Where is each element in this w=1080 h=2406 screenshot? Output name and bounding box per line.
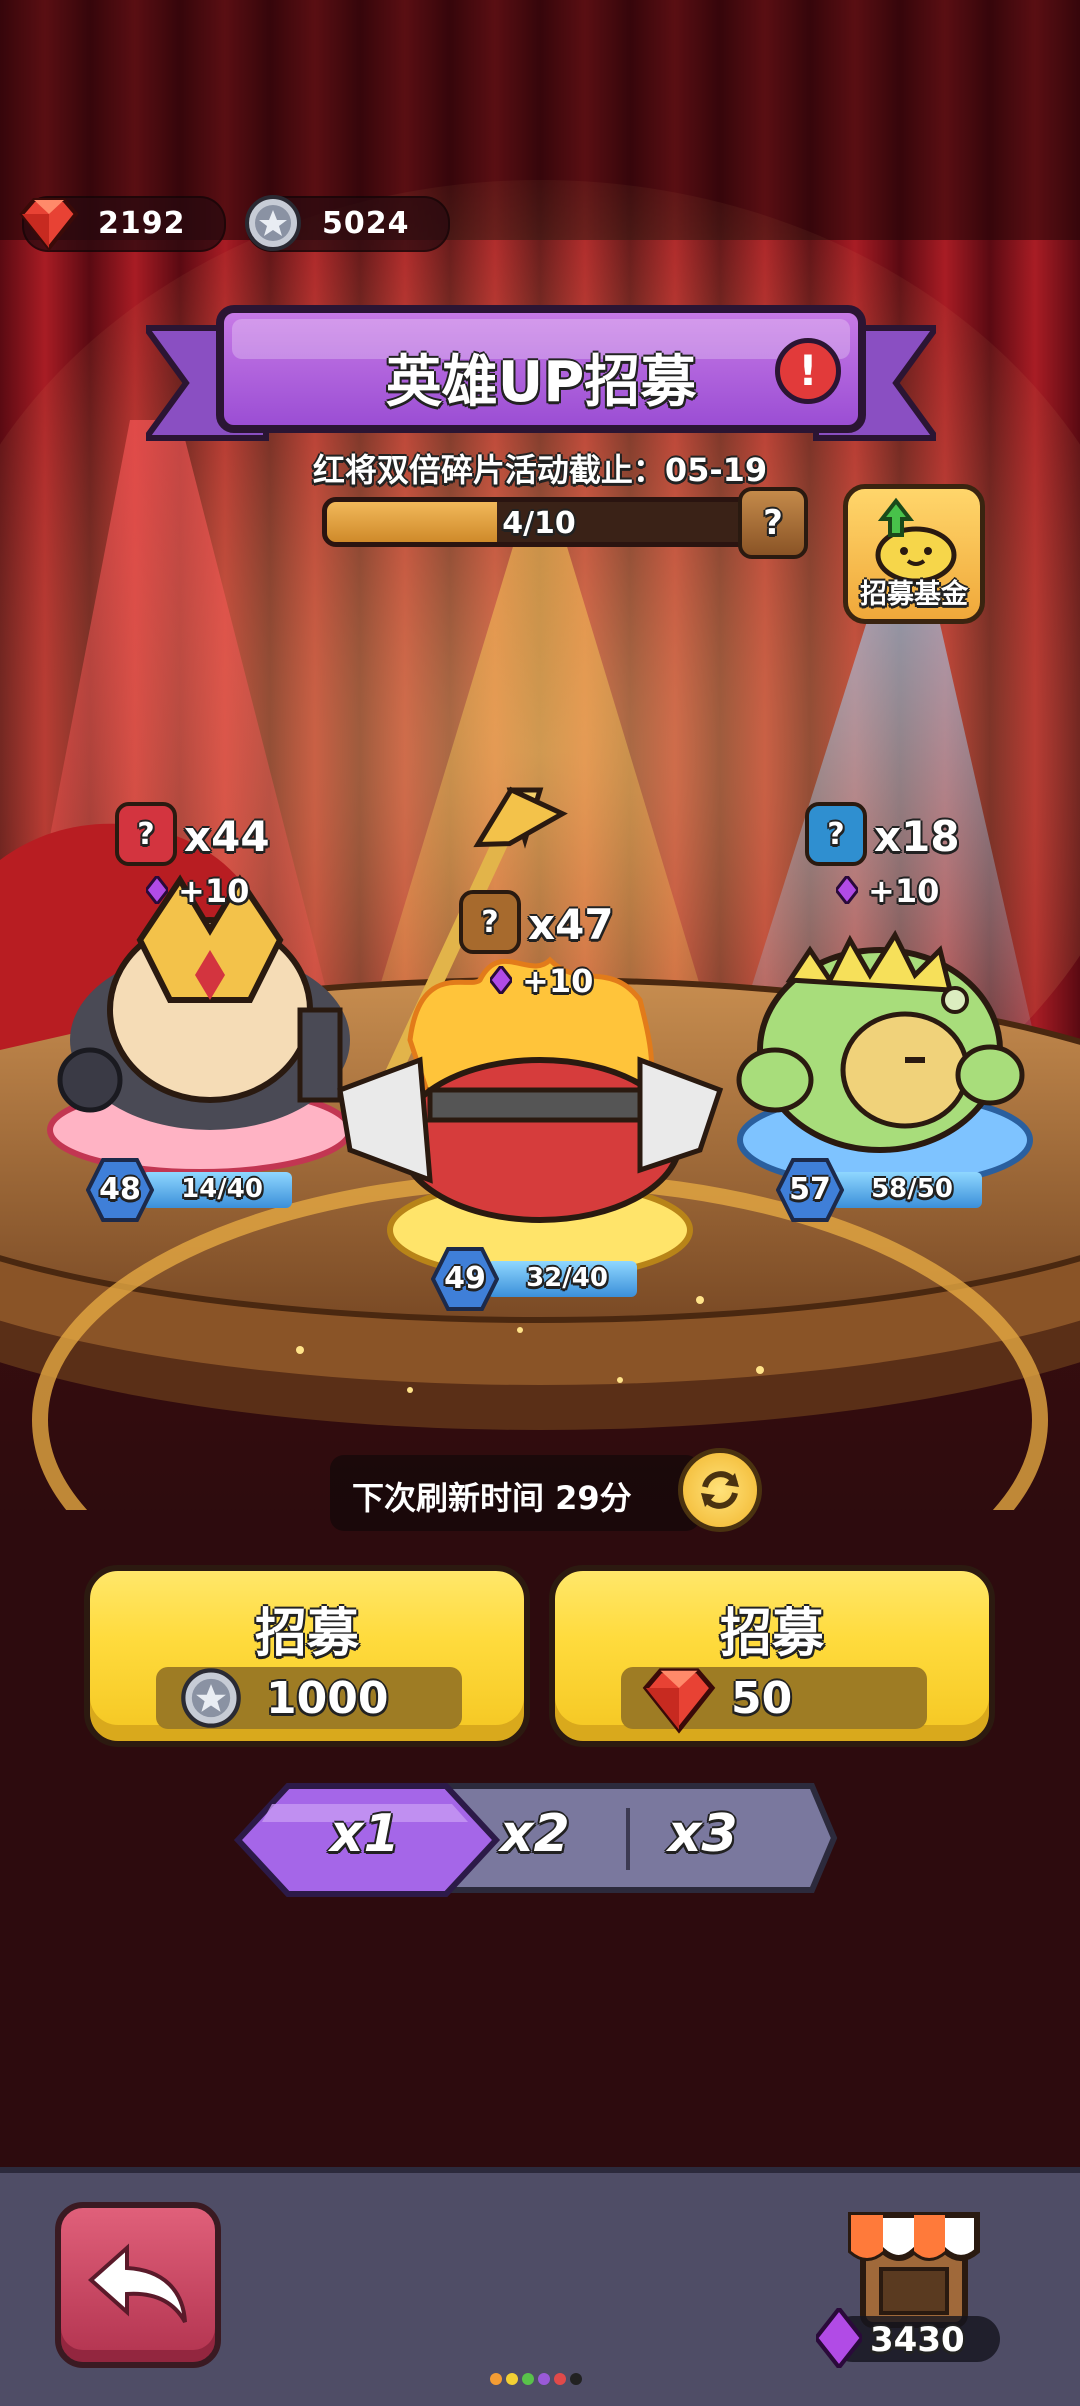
hero-3-level-number: 57: [789, 1172, 831, 1207]
hero-3-badge-mark: ?: [827, 816, 845, 852]
hero-2-shard-progress: 32/40: [526, 1263, 608, 1293]
purple-gem-icon: [816, 2308, 862, 2368]
recruit-silver-button[interactable]: 招募 1000: [84, 1565, 530, 1747]
hero-2-badge-mark: ?: [481, 904, 499, 940]
back-arrow-icon: [87, 2243, 187, 2324]
multiplier-x1[interactable]: x1: [232, 1782, 502, 1897]
hero-2-level: 49 32/40: [431, 1247, 641, 1311]
recruit-ruby-cost-value: 50: [731, 1673, 793, 1724]
hero-1-shard-progress: 14/40: [181, 1174, 263, 1204]
page-title: 英雄UP招募: [385, 350, 697, 415]
hero-1-shard-badge[interactable]: ?: [115, 802, 177, 866]
refresh-icon: [701, 1471, 739, 1509]
recruit-progress-bar: 4/10: [322, 497, 756, 547]
refresh-timer-text: 下次刷新时间 29分: [352, 1479, 632, 1517]
shop-gem-balance: 3430: [816, 2308, 1000, 2368]
multiplier-x2[interactable]: x2: [490, 1782, 620, 1892]
recruit-ruby-label: 招募: [719, 1604, 824, 1664]
alert-mark: !: [798, 346, 818, 395]
hero-3-shard-progress: 58/50: [871, 1174, 953, 1204]
ruby-currency-pill[interactable]: 2192: [19, 196, 226, 252]
shop-gem-amount: 3430: [870, 2320, 965, 2360]
progress-reward-box[interactable]: ?: [738, 487, 808, 559]
hero-2-bonus: +10: [522, 962, 594, 1000]
silver-currency-pill[interactable]: 5024: [245, 195, 450, 252]
page-indicator-dots: [490, 2370, 586, 2389]
silver-amount: 5024: [322, 206, 410, 241]
reward-box-mark: ?: [763, 503, 783, 543]
silver-coin-icon: [245, 195, 301, 251]
purple-gem-icon: [836, 876, 858, 904]
ruby-amount: 2192: [98, 206, 186, 241]
progress-text: 4/10: [502, 506, 576, 541]
hero-2-level-number: 49: [444, 1261, 486, 1296]
multiplier-x1-label: x1: [330, 1804, 400, 1864]
refresh-button[interactable]: [678, 1448, 762, 1532]
event-alert-icon[interactable]: !: [775, 338, 841, 404]
multiplier-x3-label: x3: [668, 1804, 738, 1864]
hero-3-shard-badge[interactable]: ?: [805, 802, 867, 866]
multiplier-x2-label: x2: [500, 1804, 570, 1864]
recruit-silver-label: 招募: [254, 1604, 359, 1664]
recruit-ruby-button[interactable]: 招募 50: [549, 1565, 995, 1747]
hero-1-badge-mark: ?: [137, 816, 155, 852]
ruby-gem-icon: [642, 1668, 716, 1734]
hero-1-level: 48 14/40: [86, 1158, 296, 1222]
refresh-timer: 下次刷新时间 29分: [330, 1455, 700, 1531]
title-banner: 英雄UP招募: [216, 305, 866, 433]
shop-stall-icon[interactable]: [845, 2205, 983, 2331]
ruby-gem-icon: [19, 198, 79, 252]
hero-2-shard-badge[interactable]: ?: [459, 890, 521, 954]
purple-gem-icon: [490, 966, 512, 994]
recruit-silver-cost-value: 1000: [266, 1673, 389, 1724]
hero-1-shard-count: x44: [184, 812, 270, 861]
recruit-ruby-cost: 50: [621, 1667, 927, 1734]
multiplier-x3[interactable]: x3: [660, 1782, 790, 1892]
hero-1-level-number: 48: [99, 1172, 141, 1207]
hero-3-level: 57 58/50: [776, 1158, 986, 1222]
hero-3-bonus: +10: [868, 872, 940, 910]
purple-gem-icon: [146, 876, 168, 904]
fund-label: 招募基金: [860, 579, 968, 610]
silver-coin-icon: [181, 1668, 241, 1728]
hero-1-bonus: +10: [178, 872, 250, 910]
hero-3-shard-count: x18: [874, 812, 960, 861]
recruit-fund-button[interactable]: 招募基金: [843, 484, 985, 624]
back-button[interactable]: [55, 2202, 221, 2368]
recruit-silver-cost: 1000: [156, 1667, 462, 1729]
hero-2-shard-count: x47: [528, 900, 614, 949]
